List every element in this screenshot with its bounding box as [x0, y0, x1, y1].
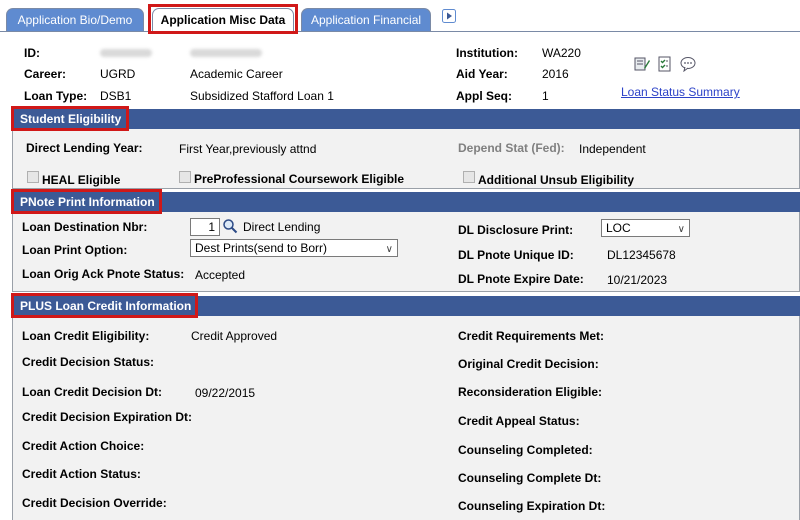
credit-requirements-met-label: Credit Requirements Met:	[458, 329, 605, 343]
loan-print-option-select[interactable]: Dest Prints(send to Borr) ∨	[190, 239, 398, 257]
chevron-down-icon: ∨	[677, 224, 685, 235]
credit-decision-override-label: Credit Decision Override:	[22, 496, 167, 510]
original-credit-decision-label: Original Credit Decision:	[458, 357, 599, 371]
credit-decision-status-label: Credit Decision Status:	[22, 355, 155, 369]
appl-seq-value: 1	[542, 89, 549, 103]
loan-print-option-value: Dest Prints(send to Borr)	[195, 241, 328, 255]
loan-destination-desc: Direct Lending	[243, 220, 321, 234]
dl-unique-id-label: DL Pnote Unique ID:	[458, 248, 574, 262]
loan-credit-eligibility-value: Credit Approved	[191, 329, 278, 343]
depend-stat-label: Depend Stat (Fed):	[458, 141, 565, 155]
loan-type-label: Loan Type:	[24, 89, 88, 103]
counseling-complete-dt-label: Counseling Complete Dt:	[458, 471, 602, 485]
counseling-expiration-dt-label: Counseling Expiration Dt:	[458, 499, 606, 513]
credit-appeal-status-label: Credit Appeal Status:	[458, 414, 580, 428]
direct-lending-year-label: Direct Lending Year:	[26, 141, 143, 155]
preprofessional-label: PreProfessional Coursework Eligible	[194, 172, 405, 186]
checklist-icon[interactable]	[657, 56, 673, 72]
dl-disclosure-value: LOC	[606, 221, 631, 235]
credit-action-choice-label: Credit Action Choice:	[22, 439, 145, 453]
pnote-title: PNote Print Information	[20, 195, 155, 209]
loan-orig-ack-label: Loan Orig Ack Pnote Status:	[22, 267, 185, 281]
id-label: ID:	[24, 46, 40, 60]
plus-credit-header: PLUS Loan Credit Information	[12, 296, 800, 316]
depend-stat-value: Independent	[579, 142, 646, 156]
loan-destination-label: Loan Destination Nbr:	[22, 220, 148, 234]
additional-unsub-checkbox[interactable]	[463, 171, 475, 183]
aid-year-label: Aid Year:	[456, 67, 508, 81]
loan-type-desc: Subsidized Stafford Loan 1	[190, 89, 334, 103]
loan-print-option-label: Loan Print Option:	[22, 243, 128, 257]
institution-value: WA220	[542, 46, 581, 60]
loan-credit-eligibility-label: Loan Credit Eligibility:	[22, 329, 150, 343]
tab-application-financial[interactable]: Application Financial	[301, 8, 431, 32]
dl-expire-date-value: 10/21/2023	[607, 273, 668, 287]
dl-disclosure-label: DL Disclosure Print:	[458, 223, 574, 237]
institution-label: Institution:	[456, 46, 518, 60]
preprofessional-checkbox[interactable]	[179, 171, 191, 183]
career-label: Career:	[24, 67, 67, 81]
reconsideration-eligible-label: Reconsideration Eligible:	[458, 385, 603, 399]
additional-unsub-label: Additional Unsub Eligibility	[478, 173, 634, 187]
lookup-search-icon[interactable]	[222, 218, 238, 234]
id-value-redacted	[100, 49, 152, 57]
student-eligibility-title: Student Eligibility	[20, 112, 122, 126]
direct-lending-year-value: First Year,previously attnd	[179, 142, 317, 156]
heal-eligible-label: HEAL Eligible	[42, 173, 121, 187]
career-desc: Academic Career	[190, 67, 283, 81]
credit-decision-expiration-label: Credit Decision Expiration Dt:	[22, 410, 193, 424]
pnote-header: PNote Print Information	[12, 192, 800, 212]
credit-action-status-label: Credit Action Status:	[22, 467, 141, 481]
counseling-completed-label: Counseling Completed:	[458, 443, 593, 457]
tab-baseline	[0, 31, 800, 32]
heal-eligible-checkbox[interactable]	[27, 171, 39, 183]
tab-application-misc-data[interactable]: Application Misc Data	[152, 8, 294, 32]
play-next-icon[interactable]	[442, 9, 456, 23]
name-value-redacted	[190, 49, 262, 57]
tab-application-bio-demo[interactable]: Application Bio/Demo	[6, 8, 144, 32]
plus-credit-title: PLUS Loan Credit Information	[20, 299, 192, 313]
loan-credit-decision-dt-value: 09/22/2015	[195, 386, 256, 400]
loan-orig-ack-value: Accepted	[195, 268, 246, 282]
loan-credit-decision-dt-label: Loan Credit Decision Dt:	[22, 385, 163, 399]
loan-destination-input[interactable]: 1	[190, 218, 220, 236]
chevron-down-icon: ∨	[385, 244, 393, 255]
aid-year-value: 2016	[542, 67, 569, 81]
loan-type-value: DSB1	[100, 89, 132, 103]
career-value: UGRD	[100, 67, 136, 81]
dl-disclosure-select[interactable]: LOC ∨	[601, 219, 690, 237]
student-eligibility-header: Student Eligibility	[12, 109, 800, 129]
loan-status-summary-link[interactable]: Loan Status Summary	[621, 85, 740, 99]
dl-expire-date-label: DL Pnote Expire Date:	[458, 272, 584, 286]
comment-bubble-icon[interactable]	[680, 56, 696, 73]
appl-seq-label: Appl Seq:	[456, 89, 512, 103]
dl-unique-id-value: DL12345678	[607, 248, 676, 262]
notepad-edit-icon[interactable]	[634, 56, 650, 72]
student-eligibility-body	[12, 129, 800, 189]
